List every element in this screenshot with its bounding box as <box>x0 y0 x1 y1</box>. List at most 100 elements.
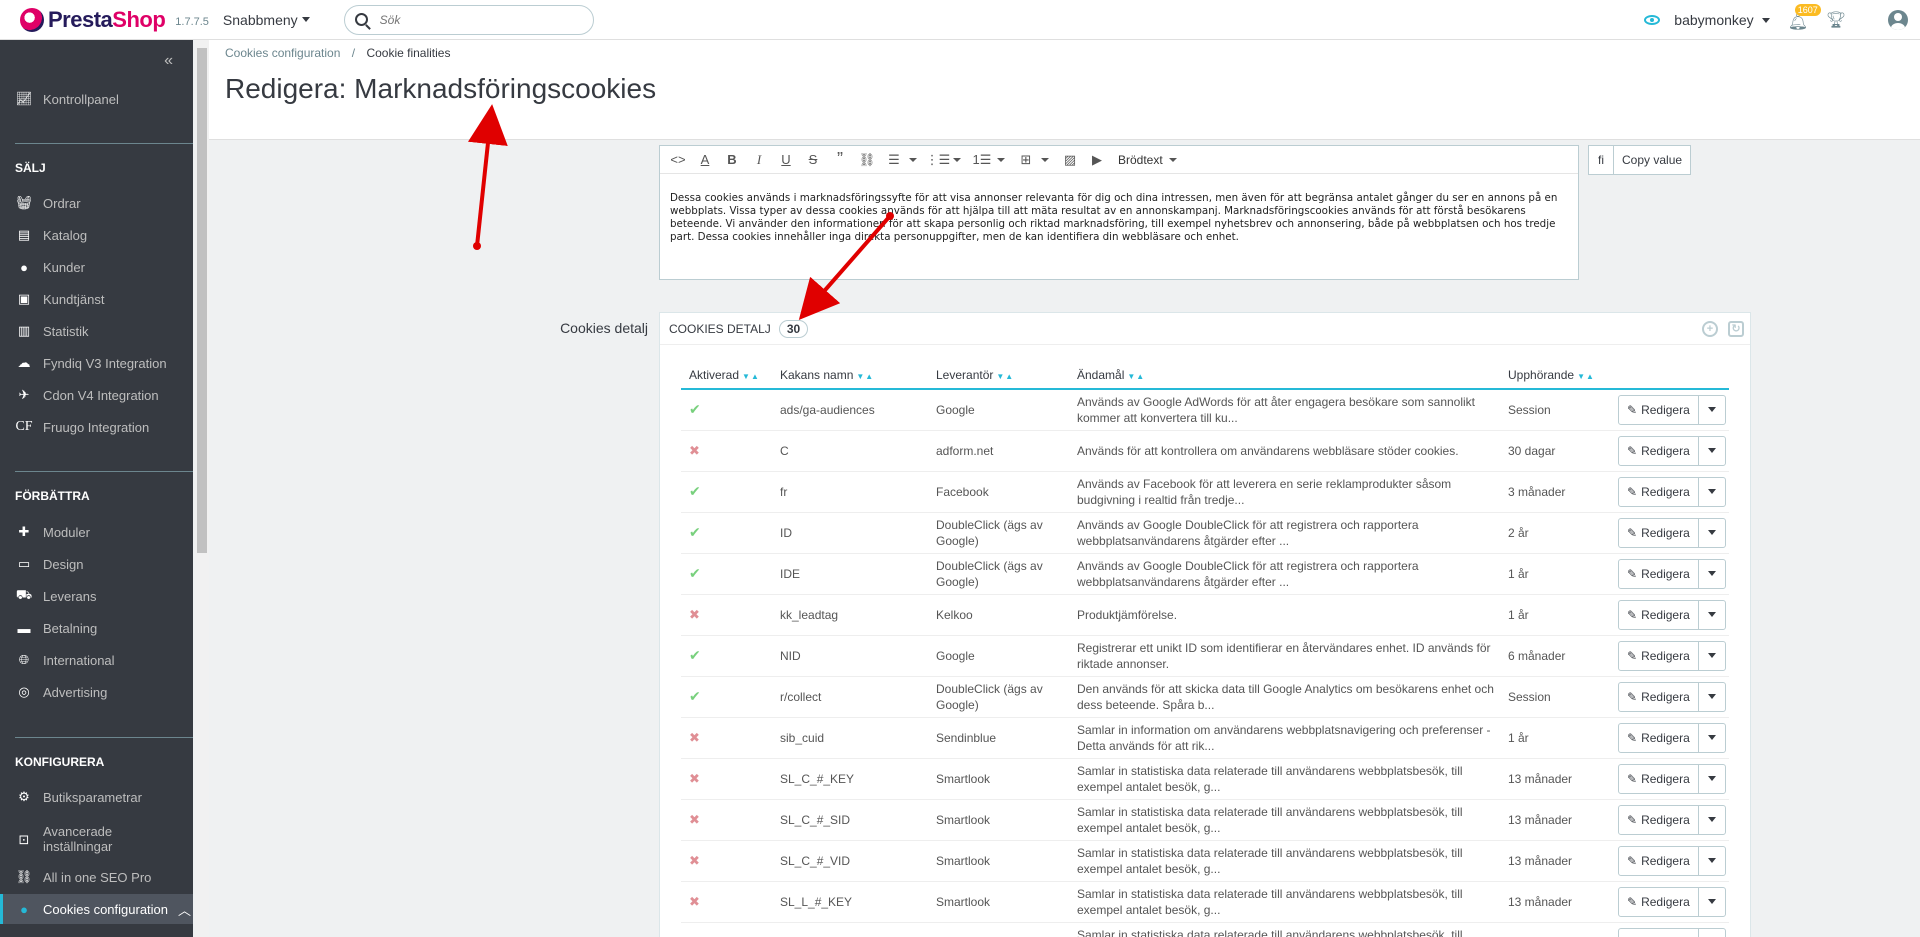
edit-button[interactable]: ✎Redigera <box>1619 682 1699 711</box>
blockquote-icon[interactable]: ” <box>828 148 852 172</box>
description-editor[interactable]: <> A B I U S ” ⛓︎ ☰ ⋮☰ 1☰ ⊞ ▨ ▶ Brödtext… <box>659 145 1579 280</box>
sidebar-item-customers[interactable]: ● Kunder <box>0 254 193 280</box>
sidebar-item-fruugo[interactable]: CF Fruugo Integration <box>0 414 193 440</box>
sidebar-item-cdon[interactable]: ✈︎ Cdon V4 Integration <box>0 382 193 408</box>
cross-icon[interactable]: ✖ <box>689 771 700 786</box>
link-icon[interactable]: ⛓︎ <box>855 148 879 172</box>
column-header-provider[interactable]: Leverantör ▼▲ <box>928 361 1069 390</box>
sort-icon[interactable]: ▼▲ <box>996 372 1014 381</box>
sidebar-item-seo-pro[interactable]: ⛓︎ All in one SEO Pro <box>0 864 193 890</box>
image-icon[interactable]: ▨ <box>1058 148 1082 172</box>
language-selector[interactable]: fi <box>1588 145 1614 175</box>
logo[interactable]: PrestaShop <box>20 7 166 33</box>
column-header-expiry[interactable]: Upphörande ▼▲ <box>1500 361 1610 390</box>
scrollbar-thumb[interactable] <box>197 48 207 553</box>
sort-icon[interactable]: ▼▲ <box>1127 372 1145 381</box>
collapse-sidebar-icon[interactable]: « <box>164 52 173 70</box>
column-header-active[interactable]: Aktiverad ▼▲ <box>681 361 772 390</box>
status-cell[interactable]: ✔ <box>681 512 772 554</box>
trophy-icon[interactable]: 🏆︎ <box>1826 10 1846 30</box>
cross-icon[interactable]: ✖ <box>689 853 700 868</box>
sidebar-item-catalog[interactable]: ▤ Katalog <box>0 222 193 248</box>
cross-icon[interactable]: ✖ <box>689 443 700 458</box>
bold-icon[interactable]: B <box>720 148 744 172</box>
check-icon[interactable]: ✔ <box>689 688 701 704</box>
status-cell[interactable]: ✔ <box>681 553 772 595</box>
row-actions-dropdown[interactable] <box>1699 653 1725 658</box>
status-cell[interactable]: ✖ <box>681 758 772 800</box>
column-header-name[interactable]: Kakans namn ▼▲ <box>772 361 928 390</box>
status-cell[interactable]: ✖ <box>681 922 772 937</box>
sort-icon[interactable]: ▼▲ <box>742 372 760 381</box>
status-cell[interactable]: ✔ <box>681 635 772 677</box>
cross-icon[interactable]: ✖ <box>689 894 700 909</box>
search-input[interactable] <box>379 12 570 27</box>
view-shop-link[interactable]: babymonkey <box>1644 12 1770 28</box>
sidebar-item-modules[interactable]: ✚ Moduler <box>0 519 193 545</box>
sidebar-item-advanced-parameters[interactable]: ⊡ Avancerade inställningar <box>0 821 193 857</box>
sort-icon[interactable]: ▼▲ <box>856 372 874 381</box>
row-actions-dropdown[interactable] <box>1699 489 1725 494</box>
row-actions-dropdown[interactable] <box>1699 817 1725 822</box>
row-actions-dropdown[interactable] <box>1699 571 1725 576</box>
edit-button[interactable]: ✎Redigera <box>1619 805 1699 834</box>
status-cell[interactable]: ✖ <box>681 881 772 923</box>
editor-content[interactable]: Dessa cookies används i marknadsföringss… <box>660 174 1578 244</box>
table-icon[interactable]: ⊞ <box>1014 148 1038 172</box>
cross-icon[interactable]: ✖ <box>689 607 700 622</box>
caret-down-icon[interactable] <box>953 157 961 162</box>
status-cell[interactable]: ✖ <box>681 717 772 759</box>
row-actions-dropdown[interactable] <box>1699 448 1725 453</box>
italic-icon[interactable]: I <box>747 148 771 172</box>
status-cell[interactable]: ✖ <box>681 840 772 882</box>
check-icon[interactable]: ✔ <box>689 524 701 540</box>
edit-button[interactable]: ✎Redigera <box>1619 723 1699 752</box>
status-cell[interactable]: ✔ <box>681 676 772 718</box>
edit-button[interactable]: ✎Redigera <box>1619 395 1699 424</box>
add-new-icon[interactable]: + <box>1702 321 1718 337</box>
row-actions-dropdown[interactable] <box>1699 530 1725 535</box>
caret-down-icon[interactable] <box>909 157 917 162</box>
cross-icon[interactable]: ✖ <box>689 812 700 827</box>
sidebar-item-customer-service[interactable]: ▣ Kundtjänst <box>0 286 193 312</box>
sidebar-item-dashboard[interactable]: 📈︎ Kontrollpanel <box>0 86 193 112</box>
underline-icon[interactable]: U <box>774 148 798 172</box>
edit-button[interactable]: ✎Redigera <box>1619 641 1699 670</box>
status-cell[interactable]: ✖ <box>681 594 772 636</box>
edit-button[interactable]: ✎Redigera <box>1619 846 1699 875</box>
sort-icon[interactable]: ▼▲ <box>1577 372 1595 381</box>
sidebar-item-advertising[interactable]: ◎ Advertising <box>0 679 193 705</box>
check-icon[interactable]: ✔ <box>689 401 701 417</box>
sidebar-item-shipping[interactable]: ⛟ Leverans <box>0 583 193 609</box>
edit-button[interactable]: ✎Redigera <box>1619 559 1699 588</box>
status-cell[interactable]: ✔ <box>681 471 772 513</box>
check-icon[interactable]: ✔ <box>689 647 701 663</box>
quick-access-dropdown[interactable]: Snabbmeny <box>223 12 310 28</box>
check-icon[interactable]: ✔ <box>689 483 701 499</box>
edit-button[interactable]: ✎Redigera <box>1619 887 1699 916</box>
breadcrumb-parent-link[interactable]: Cookies configuration <box>225 46 340 60</box>
row-actions-dropdown[interactable] <box>1699 899 1725 904</box>
sidebar-item-statistics[interactable]: ▥ Statistik <box>0 318 193 344</box>
edit-button[interactable]: ✎Redigera <box>1619 600 1699 629</box>
status-cell[interactable]: ✔ <box>681 389 772 431</box>
notifications-button[interactable]: 🔔︎ 1607 <box>1788 4 1821 31</box>
numbered-list-icon[interactable]: 1☰ <box>970 148 994 172</box>
row-actions-dropdown[interactable] <box>1699 694 1725 699</box>
text-color-icon[interactable]: A <box>693 148 717 172</box>
search-box[interactable] <box>343 4 594 35</box>
cross-icon[interactable]: ✖ <box>689 730 700 745</box>
sidebar-item-orders[interactable]: 🧺︎ Ordrar <box>0 190 193 216</box>
user-avatar-icon[interactable] <box>1888 10 1908 30</box>
media-icon[interactable]: ▶ <box>1085 148 1109 172</box>
block-format-dropdown[interactable]: Brödtext <box>1118 153 1183 167</box>
sidebar-item-shop-parameters[interactable]: ⚙︎ Butiksparametrar <box>0 784 193 810</box>
sidebar-item-cookies-configuration[interactable]: ● Cookies configuration ︿ <box>0 894 193 924</box>
status-cell[interactable]: ✖ <box>681 799 772 841</box>
edit-button[interactable]: ✎Redigera <box>1619 518 1699 547</box>
caret-down-icon[interactable] <box>997 157 1005 162</box>
sidebar-item-payment[interactable]: ▬ Betalning <box>0 615 193 641</box>
edit-button[interactable]: ✎Redigera <box>1619 477 1699 506</box>
edit-button[interactable]: ✎Redigera <box>1619 928 1699 937</box>
status-cell[interactable]: ✖ <box>681 430 772 472</box>
